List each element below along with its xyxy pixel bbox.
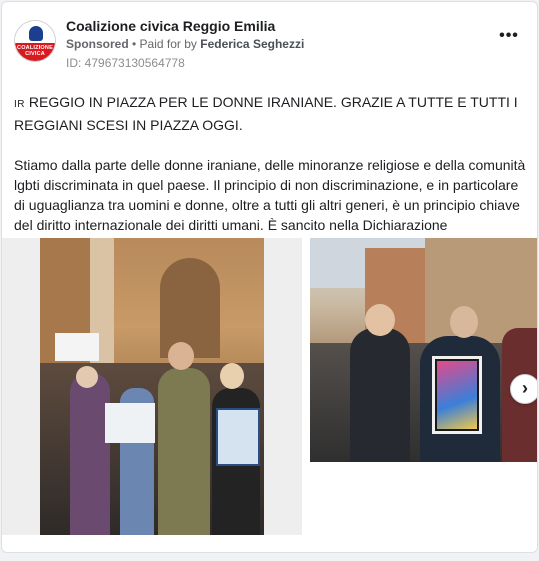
post-header: COALIZIONE CIVICA Coalizione civica Regg…: [14, 14, 525, 74]
headline-text: REGGIO IN PIAZZA PER LE DONNE IRANIANE. …: [14, 94, 518, 133]
page-name-link[interactable]: Coalizione civica Reggio Emilia: [66, 18, 275, 34]
iran-flag-icon: IR: [14, 99, 25, 110]
carousel-photo-1[interactable]: [2, 238, 302, 535]
paid-for-label: • Paid for by: [128, 37, 201, 51]
page-avatar[interactable]: COALIZIONE CIVICA: [14, 20, 56, 62]
avatar-logo-text: COALIZIONE CIVICA: [17, 45, 53, 57]
logo-icon: [29, 26, 43, 41]
protest-photo-portico: [40, 238, 264, 535]
payer-name: Federica Seghezzi: [200, 37, 305, 51]
carousel-next-button[interactable]: ›: [510, 374, 537, 404]
sponsored-label: Sponsored: [66, 37, 129, 51]
photo-carousel: ›: [2, 238, 537, 538]
carousel-photo-2[interactable]: [310, 238, 537, 462]
more-options-icon[interactable]: •••: [497, 26, 521, 50]
ad-id: ID: 479673130564778: [66, 56, 185, 70]
headline: IR REGGIO IN PIAZZA PER LE DONNE IRANIAN…: [14, 92, 529, 135]
sponsored-line: Sponsored • Paid for by Federica Seghezz…: [66, 37, 304, 51]
ad-card: COALIZIONE CIVICA Coalizione civica Regg…: [1, 1, 538, 553]
